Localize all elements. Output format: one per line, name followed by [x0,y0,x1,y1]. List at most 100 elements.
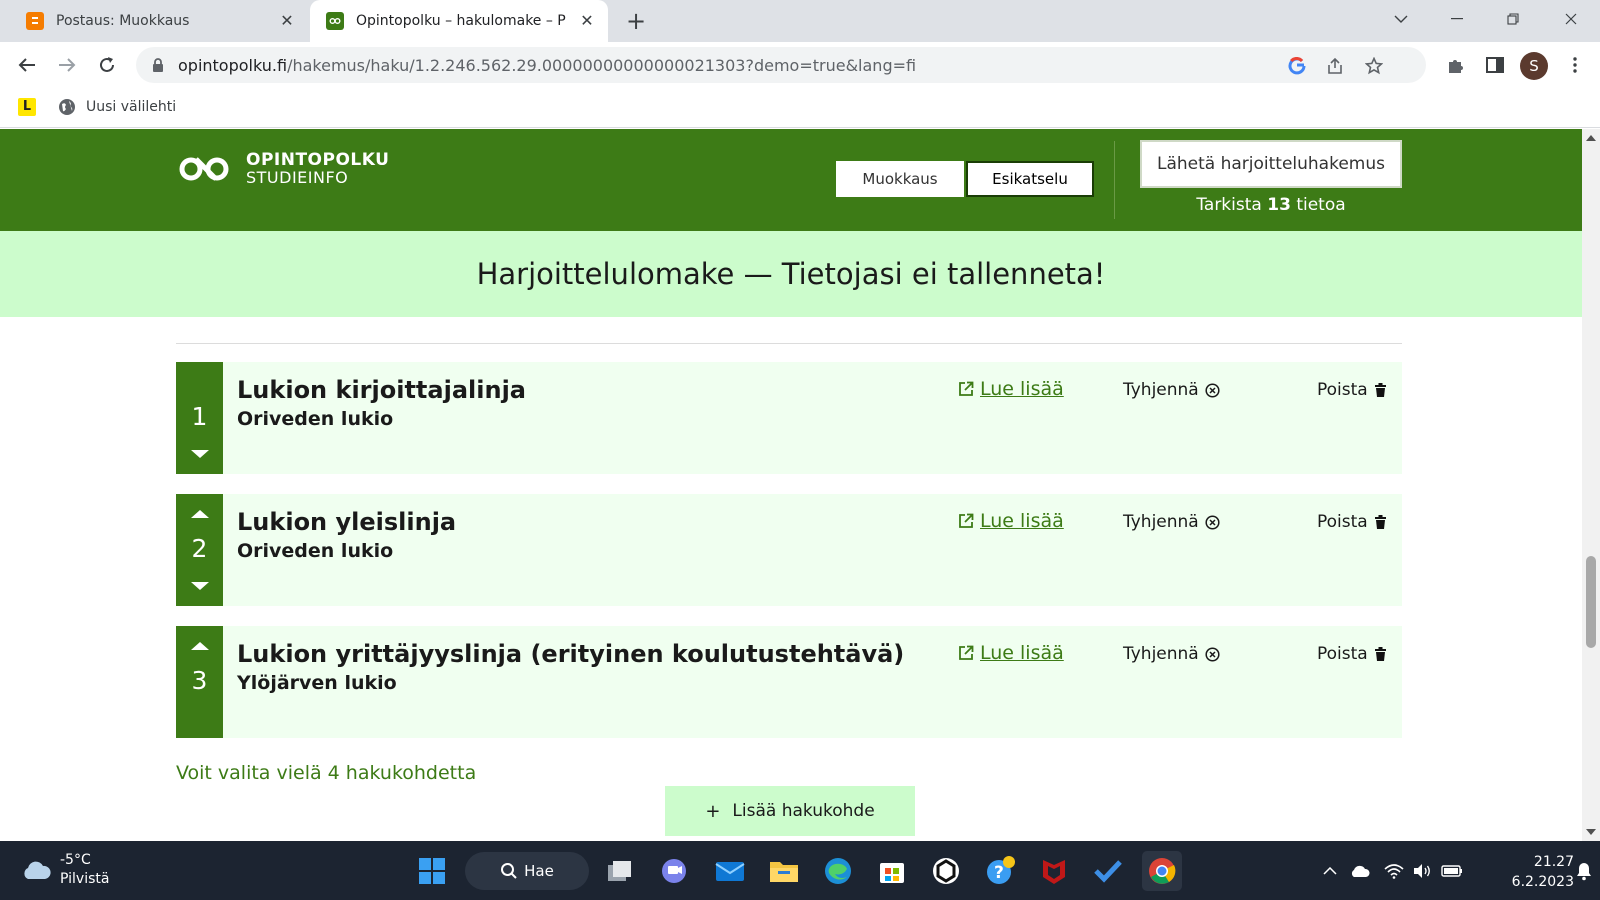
chrome-icon[interactable] [1142,851,1182,891]
mail-icon[interactable] [710,851,750,891]
mode-edit-button[interactable]: Muokkaus [836,161,964,197]
read-more-label: Lue lisää [980,642,1064,664]
reload-icon[interactable] [92,50,122,80]
priority-number: 2 [191,534,208,563]
scroll-down-icon[interactable] [1586,829,1596,835]
close-window-icon[interactable] [1548,0,1594,38]
read-more-link[interactable]: Lue lisää [958,642,1064,664]
logo-line1: OPINTOPOLKU [246,150,390,170]
remove-button[interactable]: Poista [1317,512,1386,532]
plus-icon: + [705,800,721,822]
clear-button[interactable]: Tyhjennä [1123,644,1220,664]
file-explorer-icon[interactable] [764,851,804,891]
move-down-icon[interactable] [191,450,209,458]
side-panel-icon[interactable] [1482,52,1508,78]
clear-button[interactable]: Tyhjennä [1123,380,1220,400]
tab-postaus[interactable]: Postaus: Muokkaus ✕ [8,0,308,42]
remove-button[interactable]: Poista [1317,380,1386,400]
logo-line2: STUDIEINFO [246,168,349,187]
tray-chevron-icon[interactable] [1318,859,1342,883]
temperature: -5°C [60,852,91,868]
remove-button[interactable]: Poista [1317,644,1386,664]
application-title: Lukion yleislinja [237,508,457,536]
svg-text:?: ? [994,863,1004,883]
minimize-icon[interactable] [1434,0,1480,38]
scrollbar-thumb[interactable] [1586,556,1596,648]
google-lens-icon[interactable] [1286,55,1308,77]
teams-chat-icon[interactable] [654,851,694,891]
move-up-icon[interactable] [191,642,209,650]
url-path: /hakemus/haku/1.2.246.562.29.00000000000… [287,56,917,75]
cloud-icon [24,861,51,879]
bookmark-star-icon[interactable] [1363,55,1385,77]
bookmark-app[interactable]: ᒪ [18,96,36,118]
site-header: OPINTOPOLKU STUDIEINFO Muokkaus Esikatse… [0,129,1582,231]
extensions-icon[interactable] [1443,52,1469,78]
mode-preview-button[interactable]: Esikatselu [966,161,1094,197]
move-up-icon[interactable] [191,510,209,518]
check-fields-text: Tarkista 13 tietoa [1140,195,1402,215]
clear-circle-icon [1205,382,1220,398]
search-label: Hae [524,862,554,880]
taskbar-search[interactable]: Hae [465,852,589,890]
move-down-icon[interactable] [191,582,209,590]
windows-start-icon[interactable] [412,851,452,891]
notification-bell-icon[interactable] [1572,859,1596,883]
url-text[interactable]: opintopolku.fi/hakemus/haku/1.2.246.562.… [178,56,916,75]
microsoft-store-icon[interactable] [872,851,912,891]
priority-column: 1 [176,362,223,474]
task-view-icon[interactable] [600,851,640,891]
browser-tab-strip: Postaus: Muokkaus ✕ Opintopolku – hakulo… [0,0,1600,42]
page-scrollbar[interactable] [1582,129,1600,841]
remaining-choices-text: Voit valita vielä 4 hakukohdetta [176,762,477,784]
back-icon[interactable] [12,50,42,80]
taskbar-clock[interactable]: 21.27 6.2.2023 [1488,852,1574,892]
clear-button[interactable]: Tyhjennä [1123,512,1220,532]
help-icon[interactable]: ? [980,851,1020,891]
external-link-icon [959,381,974,396]
tab-opintopolku[interactable]: Opintopolku – hakulomake – Per ✕ [310,0,608,42]
onedrive-icon[interactable] [1348,859,1372,883]
opintopolku-logo[interactable]: OPINTOPOLKU STUDIEINFO [176,151,389,187]
menu-icon[interactable] [1562,52,1588,78]
address-bar[interactable]: opintopolku.fi/hakemus/haku/1.2.246.562.… [136,47,1426,83]
clock-time: 21.27 [1533,854,1574,870]
priority-number: 3 [191,666,208,695]
todo-check-icon[interactable] [1088,851,1128,891]
profile-avatar[interactable]: S [1520,52,1548,80]
wifi-icon[interactable] [1382,859,1406,883]
mcafee-icon[interactable] [1034,851,1074,891]
edge-browser-icon[interactable] [818,851,858,891]
opintopolku-icon [326,12,344,30]
read-more-label: Lue lisää [980,378,1064,400]
scroll-up-icon[interactable] [1586,135,1596,141]
priority-number: 1 [191,402,208,431]
close-icon[interactable]: ✕ [578,12,596,30]
demo-banner: Harjoittelulomake — Tietojasi ei tallenn… [0,231,1582,317]
read-more-link[interactable]: Lue lisää [958,510,1064,532]
trash-icon [1374,383,1386,397]
add-application-button[interactable]: + Lisää hakukohde [665,786,915,836]
forward-icon[interactable] [52,50,82,80]
trash-icon [1374,647,1386,661]
external-link-icon [959,645,974,660]
application-title: Lukion yrittäjyyslinja (erityinen koulut… [237,640,905,668]
bookmark-uusi-valilehti[interactable]: Uusi välilehti [58,96,176,118]
share-icon[interactable] [1324,55,1346,77]
read-more-link[interactable]: Lue lisää [958,378,1064,400]
app-shield-icon[interactable] [926,851,966,891]
tab-search-icon[interactable] [1378,0,1424,38]
external-link-icon [959,513,974,528]
battery-icon[interactable] [1440,859,1464,883]
volume-icon[interactable] [1410,859,1434,883]
opintopolku-logo-icon [179,157,229,181]
application-card: 3 Lukion yrittäjyyslinja (erityinen koul… [176,626,1402,738]
weather-widget[interactable]: -5°C Pilvistä [20,851,109,889]
remove-label: Poista [1317,644,1368,664]
send-application-button[interactable]: Lähetä harjoitteluhakemus [1140,140,1402,188]
new-tab-button[interactable]: + [622,8,650,36]
trash-icon [1374,515,1386,529]
blogger-icon [26,12,44,30]
restore-icon[interactable] [1490,0,1536,38]
close-icon[interactable]: ✕ [278,12,296,30]
